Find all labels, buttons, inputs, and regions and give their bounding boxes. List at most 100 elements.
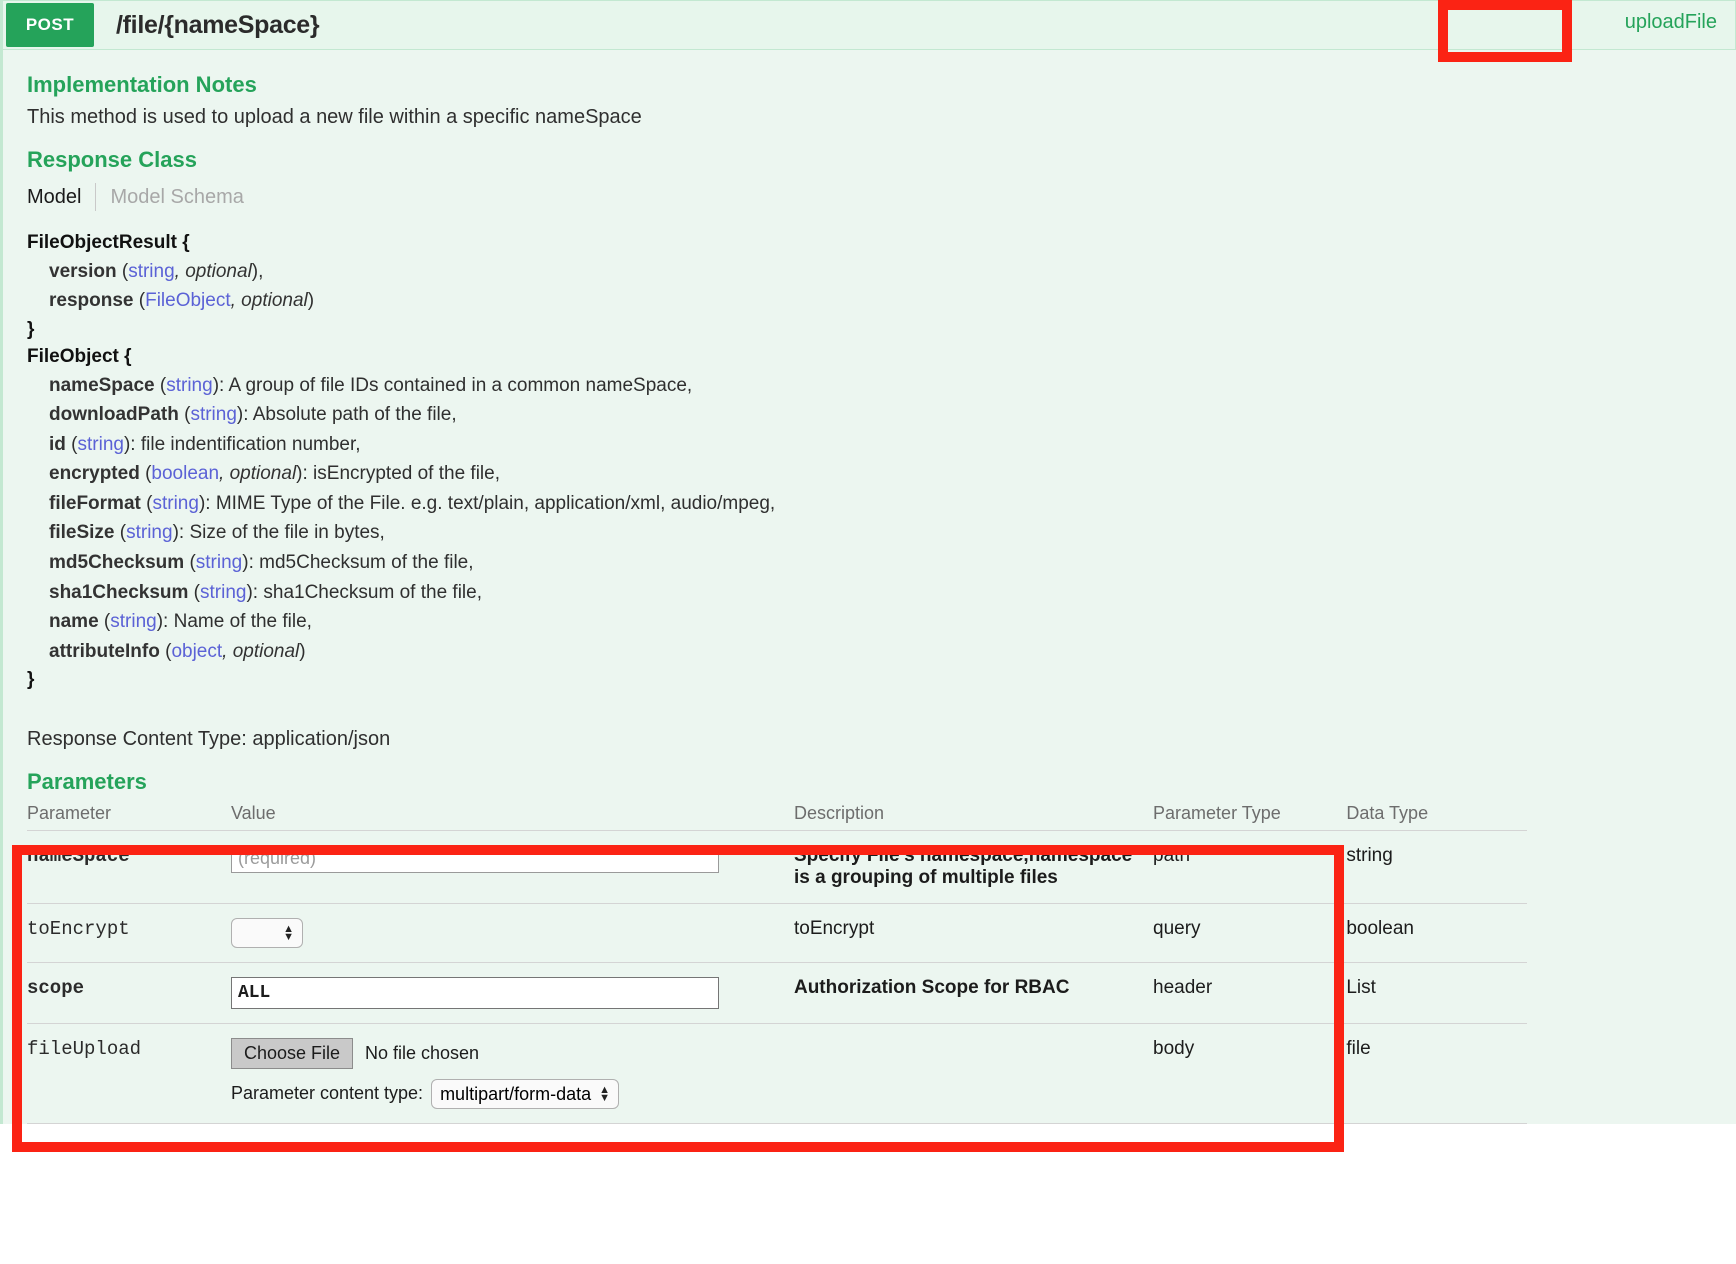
property-name: fileSize (49, 522, 115, 544)
model-property: fileFormat (string): MIME Type of the Fi… (49, 492, 776, 514)
model-property-list: nameSpace (string): A group of file IDs … (27, 371, 1736, 666)
property-type[interactable]: string (78, 434, 124, 455)
property-type[interactable]: string (166, 375, 212, 396)
no-file-chosen-label: No file chosen (365, 1042, 480, 1063)
model-property: attributeInfo (object, optional) (49, 640, 306, 662)
parameter-description: Authorization Scope for RBAC (793, 962, 1154, 1024)
api-operation-panel: POST /file/{nameSpace} uploadFile Implem… (0, 0, 1736, 1124)
property-description: md5Checksum of the file, (253, 552, 474, 574)
property-tail: ) (299, 640, 306, 662)
model-tabs: Model Model Schema (27, 183, 1736, 211)
response-content-type: Response Content Type: application/json (27, 727, 391, 750)
property-name: name (49, 611, 99, 633)
table-row: scope Authorization Scope for RBAC heade… (27, 962, 1527, 1024)
property-type[interactable]: string (190, 404, 236, 425)
parameter-value-cell: Choose File No file chosen Parameter con… (230, 1023, 794, 1124)
operation-body: Implementation Notes This method is used… (3, 50, 1736, 1124)
property-type[interactable]: string (200, 582, 246, 603)
property-optional: , optional (219, 463, 297, 485)
property-description: Size of the file in bytes, (184, 522, 385, 544)
namespace-input[interactable] (230, 844, 719, 873)
model-property: fileSize (string): Size of the file in b… (49, 522, 385, 544)
parameter-value-cell (230, 962, 794, 1024)
parameter-type: path (1153, 830, 1347, 904)
column-header-value: Value (230, 802, 794, 831)
model-property: response (FileObject, optional) (49, 290, 315, 312)
parameter-content-type-row: Parameter content type: multipart/form-d… (231, 1078, 784, 1109)
property-description: Absolute path of the file, (248, 404, 457, 426)
property-optional: , optional (222, 640, 300, 662)
operation-nickname-wrap: uploadFile (1614, 7, 1727, 38)
parameter-data-type: List (1346, 962, 1527, 1024)
parameter-description: Specify File's namespace,namespace is a … (793, 830, 1154, 904)
parameters-heading: Parameters (27, 768, 147, 794)
property-name: nameSpace (49, 374, 155, 396)
parameter-name-scope: scope (27, 962, 231, 1024)
implementation-notes-heading: Implementation Notes (27, 72, 257, 97)
property-name: downloadPath (49, 404, 179, 426)
column-header-parameter: Parameter (27, 802, 231, 831)
property-description: A group of file IDs contained in a commo… (224, 374, 693, 396)
model-signature-block: FileObject { nameSpace (string): A group… (27, 343, 1736, 694)
content-type-select-wrap: multipart/form-data ▲ ▼ (431, 1078, 620, 1109)
scope-input[interactable] (230, 976, 719, 1009)
operation-path: /file/{nameSpace} (116, 10, 320, 39)
property-description: file indentification number, (135, 433, 361, 455)
property-name: encrypted (49, 463, 140, 485)
tab-model[interactable]: Model (27, 186, 95, 209)
property-type[interactable]: string (126, 522, 172, 543)
property-name: id (49, 433, 66, 455)
table-row: toEncrypt ▲ ▼ toEncrypt query boolean (27, 903, 1527, 963)
property-name: attributeInfo (49, 640, 160, 662)
tab-model-schema[interactable]: Model Schema (96, 186, 243, 209)
model-property: name (string): Name of the file, (49, 611, 312, 633)
property-name: fileFormat (49, 492, 141, 514)
choose-file-button[interactable]: Choose File (230, 1037, 353, 1069)
property-type[interactable]: object (171, 641, 222, 662)
table-header-row: Parameter Value Description Parameter Ty… (27, 802, 1527, 831)
property-type[interactable]: string (128, 261, 174, 282)
property-description: Name of the file, (168, 611, 312, 633)
property-name: md5Checksum (49, 552, 185, 574)
parameters-table: Parameter Value Description Parameter Ty… (27, 802, 1527, 1124)
property-name: response (49, 290, 134, 312)
file-input-row: Choose File No file chosen (230, 1037, 784, 1069)
toencrypt-select-wrap: ▲ ▼ (230, 917, 303, 948)
property-type[interactable]: boolean (151, 463, 219, 484)
property-tail: ) (307, 290, 315, 312)
model-name: FileObjectResult { (27, 232, 190, 253)
parameters-table-head: Parameter Value Description Parameter Ty… (27, 802, 1527, 831)
model-signature-block: FileObjectResult { version (string, opti… (27, 229, 1736, 343)
model-property: nameSpace (string): A group of file IDs … (49, 374, 693, 396)
parameter-name-toencrypt: toEncrypt (27, 903, 231, 963)
column-header-data-type: Data Type (1346, 802, 1527, 831)
column-header-parameter-type: Parameter Type (1153, 802, 1347, 831)
property-tail: ): (172, 522, 185, 544)
toencrypt-select[interactable] (230, 917, 303, 948)
implementation-notes-text: This method is used to upload a new file… (27, 106, 642, 128)
uploadfile-link[interactable]: uploadFile (1614, 7, 1727, 38)
property-type[interactable]: string (110, 611, 156, 632)
model-property: encrypted (boolean, optional): isEncrypt… (49, 463, 500, 485)
property-tail: ): (242, 552, 254, 574)
property-type[interactable]: string (152, 493, 198, 514)
model-name: FileObject { (27, 346, 132, 368)
parameter-data-type: string (1346, 830, 1527, 904)
property-tail: ): (246, 581, 259, 603)
model-property-list: version (string, optional), response (Fi… (27, 257, 1736, 316)
property-name: sha1Checksum (49, 581, 189, 603)
property-description: MIME Type of the File. e.g. text/plain, … (210, 492, 776, 514)
property-type[interactable]: FileObject (145, 290, 231, 311)
parameter-type: body (1153, 1023, 1347, 1124)
operation-heading[interactable]: POST /file/{nameSpace} uploadFile (3, 0, 1736, 50)
parameter-description: toEncrypt (793, 903, 1154, 963)
model-close-brace: } (27, 318, 35, 340)
property-name: version (49, 260, 117, 282)
property-type[interactable]: string (196, 552, 242, 573)
response-model-signature: FileObjectResult { version (string, opti… (27, 229, 1736, 694)
response-class-heading: Response Class (27, 147, 197, 172)
property-tail: ): (212, 374, 225, 396)
content-type-select[interactable]: multipart/form-data (431, 1078, 620, 1109)
property-tail: ): (198, 492, 211, 514)
model-property: downloadPath (string): Absolute path of … (49, 404, 457, 426)
